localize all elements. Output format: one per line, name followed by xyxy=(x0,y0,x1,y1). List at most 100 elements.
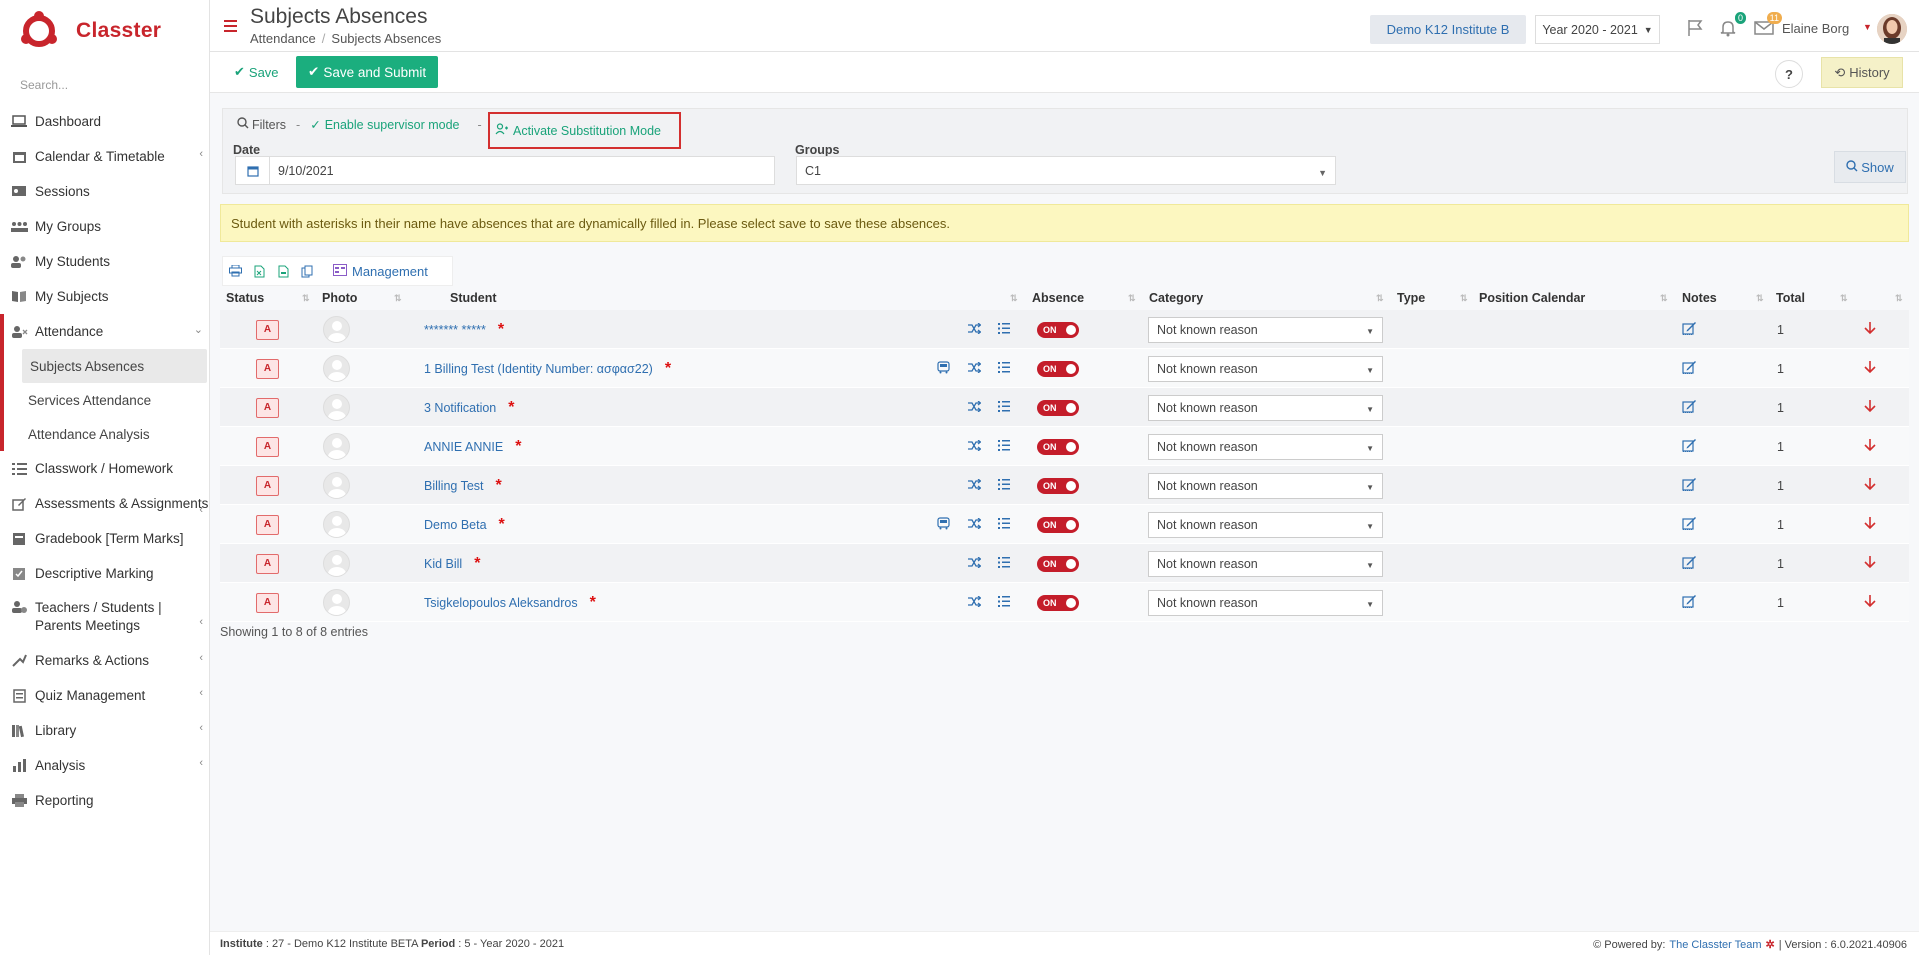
copy-icon[interactable] xyxy=(295,259,319,283)
sidebar-item-meetings[interactable]: Teachers / Students | Parents Meetings ‹ xyxy=(0,591,209,643)
student-name-link[interactable]: 1 Billing Test (Identity Number: ασφασ22… xyxy=(424,362,653,376)
sidebar-item-assessments[interactable]: Assessments & Assignments ‹ xyxy=(0,486,209,521)
arrow-down-icon[interactable] xyxy=(1864,320,1876,340)
status-badge[interactable]: A xyxy=(256,514,279,535)
shuffle-icon[interactable] xyxy=(968,478,982,493)
sidebar-item-calendar[interactable]: Calendar & Timetable ‹ xyxy=(0,139,209,174)
status-badge[interactable]: A xyxy=(256,358,279,379)
edit-notes-icon[interactable] xyxy=(1682,477,1697,494)
student-name-link[interactable]: ******* ***** xyxy=(424,323,486,337)
sidebar-item-remarks[interactable]: Remarks & Actions ‹ xyxy=(0,643,209,678)
sort-icon[interactable]: ⇅ xyxy=(1660,293,1667,304)
sort-icon[interactable]: ⇅ xyxy=(1895,293,1902,304)
arrow-down-icon[interactable] xyxy=(1864,554,1876,574)
sidebar-item-reporting[interactable]: Reporting xyxy=(0,783,209,818)
list-icon[interactable] xyxy=(998,322,1010,337)
sort-icon[interactable]: ⇅ xyxy=(1128,293,1135,304)
shuffle-icon[interactable] xyxy=(968,556,982,571)
sort-icon[interactable]: ⇅ xyxy=(302,293,309,304)
list-icon[interactable] xyxy=(998,439,1010,454)
management-button[interactable]: Management xyxy=(333,263,428,279)
save-and-submit-button[interactable]: ✔ Save and Submit xyxy=(296,56,439,88)
list-icon[interactable] xyxy=(998,556,1010,571)
filters-label[interactable]: Filters xyxy=(252,118,286,132)
col-student[interactable]: Student xyxy=(450,291,497,305)
enable-supervisor-mode-link[interactable]: ✓ Enable supervisor mode xyxy=(310,117,459,133)
arrow-down-icon[interactable] xyxy=(1864,398,1876,418)
sidebar-subitem-services-attendance[interactable]: Services Attendance xyxy=(4,383,209,417)
sidebar-item-analysis[interactable]: Analysis ‹ xyxy=(0,748,209,783)
arrow-down-icon[interactable] xyxy=(1864,593,1876,613)
bell-icon[interactable]: 0 xyxy=(1716,12,1746,40)
edit-notes-icon[interactable] xyxy=(1682,399,1697,416)
shuffle-icon[interactable] xyxy=(968,322,982,337)
absence-toggle[interactable]: ON xyxy=(1037,516,1079,533)
list-icon[interactable] xyxy=(998,400,1010,415)
absence-toggle[interactable]: ON xyxy=(1037,399,1079,416)
col-category[interactable]: Category xyxy=(1149,291,1203,305)
status-badge[interactable]: A xyxy=(256,475,279,496)
sidebar-item-gradebook[interactable]: Gradebook [Term Marks] xyxy=(0,521,209,556)
category-select[interactable]: Not known reason ▼ xyxy=(1148,316,1383,343)
calendar-icon[interactable] xyxy=(236,157,270,184)
edit-notes-icon[interactable] xyxy=(1682,360,1697,377)
col-status[interactable]: Status xyxy=(226,291,264,305)
save-button[interactable]: ✔ Save xyxy=(224,56,289,88)
student-name-link[interactable]: 3 Notification xyxy=(424,401,496,415)
bus-icon[interactable] xyxy=(937,360,950,377)
date-field[interactable]: 9/10/2021 xyxy=(235,156,775,185)
category-select[interactable]: Not known reason ▼ xyxy=(1148,355,1383,382)
status-badge[interactable]: A xyxy=(256,436,279,457)
sidebar-item-classwork[interactable]: Classwork / Homework xyxy=(0,451,209,486)
sort-icon[interactable]: ⇅ xyxy=(394,293,401,304)
student-name-link[interactable]: Tsigkelopoulos Aleksandros xyxy=(424,596,578,610)
envelope-icon[interactable]: 11 xyxy=(1752,12,1782,40)
sidebar-subitem-subjects-absences[interactable]: Subjects Absences xyxy=(22,349,207,383)
shuffle-icon[interactable] xyxy=(968,361,982,376)
sidebar-item-sessions[interactable]: Sessions xyxy=(0,174,209,209)
category-select[interactable]: Not known reason ▼ xyxy=(1148,433,1383,460)
absence-toggle[interactable]: ON xyxy=(1037,438,1079,455)
sidebar-item-my-groups[interactable]: My Groups xyxy=(0,209,209,244)
logo[interactable]: Classter xyxy=(0,0,209,62)
caret-down-icon[interactable]: ▼ xyxy=(1863,22,1872,32)
category-select[interactable]: Not known reason ▼ xyxy=(1148,472,1383,499)
absence-toggle[interactable]: ON xyxy=(1037,555,1079,572)
list-icon[interactable] xyxy=(998,517,1010,532)
sidebar-item-descriptive-marking[interactable]: Descriptive Marking xyxy=(0,556,209,591)
excel-export-icon[interactable] xyxy=(247,259,271,283)
absence-toggle[interactable]: ON xyxy=(1037,321,1079,338)
sidebar-search-input[interactable]: Search... xyxy=(0,62,209,104)
list-icon[interactable] xyxy=(998,595,1010,610)
print-icon[interactable] xyxy=(223,259,247,283)
absence-toggle[interactable]: ON xyxy=(1037,594,1079,611)
col-total[interactable]: Total xyxy=(1776,291,1805,305)
flag-icon[interactable] xyxy=(1683,16,1707,40)
student-name-link[interactable]: Demo Beta xyxy=(424,518,487,532)
sidebar-item-dashboard[interactable]: Dashboard xyxy=(0,104,209,139)
list-icon[interactable] xyxy=(998,478,1010,493)
sort-icon[interactable]: ⇅ xyxy=(1010,293,1017,304)
sidebar-subitem-attendance-analysis[interactable]: Attendance Analysis xyxy=(4,417,209,451)
groups-select[interactable]: C1 ▼ xyxy=(796,156,1336,185)
col-type[interactable]: Type xyxy=(1397,291,1425,305)
sidebar-item-library[interactable]: Library ‹ xyxy=(0,713,209,748)
edit-notes-icon[interactable] xyxy=(1682,516,1697,533)
edit-notes-icon[interactable] xyxy=(1682,555,1697,572)
sort-icon[interactable]: ⇅ xyxy=(1376,293,1383,304)
activate-substitution-mode-link[interactable]: Activate Substitution Mode xyxy=(488,112,681,149)
list-icon[interactable] xyxy=(998,361,1010,376)
bus-icon[interactable] xyxy=(937,516,950,533)
category-select[interactable]: Not known reason ▼ xyxy=(1148,589,1383,616)
status-badge[interactable]: A xyxy=(256,397,279,418)
category-select[interactable]: Not known reason ▼ xyxy=(1148,550,1383,577)
show-button[interactable]: Show xyxy=(1834,151,1906,183)
edit-notes-icon[interactable] xyxy=(1682,321,1697,338)
arrow-down-icon[interactable] xyxy=(1864,476,1876,496)
absence-toggle[interactable]: ON xyxy=(1037,477,1079,494)
avatar[interactable] xyxy=(1877,14,1907,44)
arrow-down-icon[interactable] xyxy=(1864,437,1876,457)
sort-icon[interactable]: ⇅ xyxy=(1756,293,1763,304)
shuffle-icon[interactable] xyxy=(968,439,982,454)
edit-notes-icon[interactable] xyxy=(1682,594,1697,611)
